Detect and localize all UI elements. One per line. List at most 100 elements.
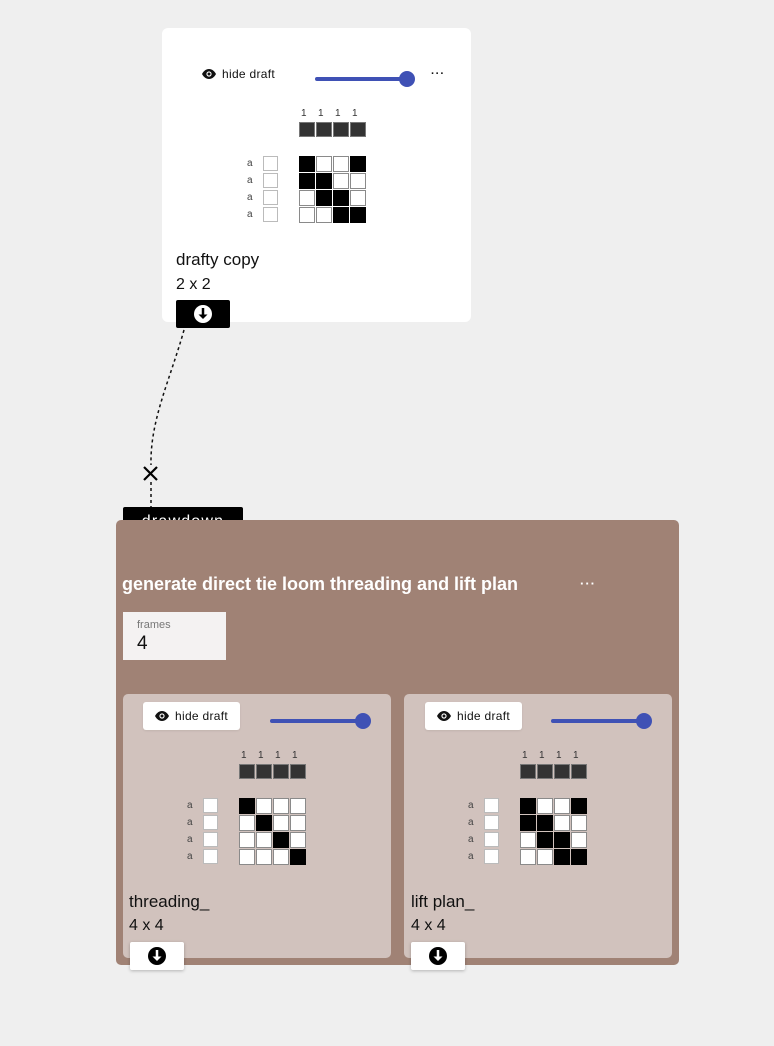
hide-draft-label: hide draft — [457, 709, 511, 723]
operation-more-button[interactable]: ··· — [580, 576, 596, 591]
draft-cell[interactable] — [537, 798, 553, 814]
draft-dimensions: 4 x 4 — [411, 917, 446, 934]
hide-draft-button[interactable]: hide draft — [425, 702, 523, 730]
draft-cell[interactable] — [299, 173, 315, 189]
weft-system-letter: a — [187, 851, 193, 862]
draft-cell[interactable] — [290, 815, 306, 831]
weft-material-cell[interactable] — [484, 849, 499, 864]
warp-system-cell[interactable] — [256, 764, 272, 779]
more-options-button[interactable]: ··· — [431, 68, 445, 80]
warp-system-cell[interactable] — [316, 122, 332, 137]
draft-cell[interactable] — [239, 849, 255, 865]
draft-name: lift plan_ — [411, 892, 475, 911]
draft-cell[interactable] — [290, 798, 306, 814]
draft-cell[interactable] — [537, 832, 553, 848]
draft-cell[interactable] — [239, 815, 255, 831]
draft-cell[interactable] — [520, 849, 536, 865]
draft-cell[interactable] — [350, 190, 366, 206]
draft-cell[interactable] — [333, 207, 349, 223]
weft-material-cell[interactable] — [263, 190, 278, 205]
draft-cell[interactable] — [290, 849, 306, 865]
close-icon[interactable] — [143, 466, 158, 481]
draft-cell[interactable] — [256, 849, 272, 865]
draft-cell[interactable] — [520, 798, 536, 814]
warp-system-cell[interactable] — [537, 764, 553, 779]
draft-cell[interactable] — [537, 815, 553, 831]
download-button[interactable] — [411, 942, 465, 970]
weft-system-letter: a — [247, 175, 253, 186]
slider-thumb[interactable] — [399, 71, 415, 87]
draft-cell[interactable] — [239, 798, 255, 814]
draft-cell[interactable] — [256, 815, 272, 831]
weft-material-cell[interactable] — [484, 832, 499, 847]
warp-number: 1 — [573, 750, 579, 761]
draft-cell[interactable] — [299, 207, 315, 223]
draft-cell[interactable] — [273, 798, 289, 814]
hide-draft-button[interactable]: hide draft — [143, 702, 241, 730]
draft-cell[interactable] — [520, 815, 536, 831]
weft-material-cell[interactable] — [203, 798, 218, 813]
draft-cell[interactable] — [273, 832, 289, 848]
draft-cell[interactable] — [316, 190, 332, 206]
warp-system-cell[interactable] — [299, 122, 315, 137]
download-button[interactable] — [130, 942, 184, 970]
warp-number: 1 — [258, 750, 264, 761]
weft-material-cell[interactable] — [263, 156, 278, 171]
warp-system-cell[interactable] — [350, 122, 366, 137]
draft-cell[interactable] — [571, 832, 587, 848]
draft-cell[interactable] — [520, 832, 536, 848]
slider-thumb[interactable] — [636, 713, 652, 729]
draft-dimensions: 4 x 4 — [129, 917, 164, 934]
draft-scale-slider[interactable] — [270, 713, 371, 729]
weft-material-cell[interactable] — [484, 798, 499, 813]
weft-material-cell[interactable] — [203, 815, 218, 830]
draft-cell[interactable] — [316, 207, 332, 223]
draft-cell[interactable] — [290, 832, 306, 848]
weft-system-letter: a — [468, 851, 474, 862]
warp-system-cell[interactable] — [290, 764, 306, 779]
warp-system-cell[interactable] — [520, 764, 536, 779]
weft-material-cell[interactable] — [484, 815, 499, 830]
draft-cell[interactable] — [316, 156, 332, 172]
draft-cell[interactable] — [299, 190, 315, 206]
draft-cell[interactable] — [333, 190, 349, 206]
draft-cell[interactable] — [350, 156, 366, 172]
draft-cell[interactable] — [571, 849, 587, 865]
warp-system-cell[interactable] — [333, 122, 349, 137]
weft-material-cell[interactable] — [203, 832, 218, 847]
weft-material-cell[interactable] — [263, 173, 278, 188]
draft-cell[interactable] — [239, 832, 255, 848]
draft-scale-slider[interactable] — [551, 713, 652, 729]
draft-cell[interactable] — [350, 207, 366, 223]
hide-draft-label: hide draft — [175, 709, 229, 723]
draft-cell[interactable] — [333, 173, 349, 189]
draft-cell[interactable] — [256, 832, 272, 848]
download-button[interactable] — [176, 300, 230, 328]
hide-draft-button[interactable]: hide draft — [202, 64, 276, 84]
draft-cell[interactable] — [316, 173, 332, 189]
draft-cell[interactable] — [299, 156, 315, 172]
draft-cell[interactable] — [554, 815, 570, 831]
draft-cell[interactable] — [554, 849, 570, 865]
draft-cell[interactable] — [333, 156, 349, 172]
draft-cell[interactable] — [554, 832, 570, 848]
draft-cell[interactable] — [571, 798, 587, 814]
operation-panel: generate direct tie loom threading and l… — [116, 520, 679, 970]
draft-cell[interactable] — [571, 815, 587, 831]
warp-system-cell[interactable] — [273, 764, 289, 779]
warp-system-cell[interactable] — [554, 764, 570, 779]
draft-scale-slider[interactable] — [315, 71, 415, 87]
slider-thumb[interactable] — [355, 713, 371, 729]
warp-system-cell[interactable] — [571, 764, 587, 779]
warp-system-cell[interactable] — [239, 764, 255, 779]
weft-material-cell[interactable] — [203, 849, 218, 864]
frames-field[interactable]: frames 4 — [123, 612, 226, 660]
draft-cell[interactable] — [554, 798, 570, 814]
draft-name: drafty copy — [176, 250, 260, 269]
weft-material-cell[interactable] — [263, 207, 278, 222]
draft-cell[interactable] — [350, 173, 366, 189]
draft-cell[interactable] — [273, 849, 289, 865]
draft-cell[interactable] — [537, 849, 553, 865]
draft-cell[interactable] — [256, 798, 272, 814]
draft-cell[interactable] — [273, 815, 289, 831]
